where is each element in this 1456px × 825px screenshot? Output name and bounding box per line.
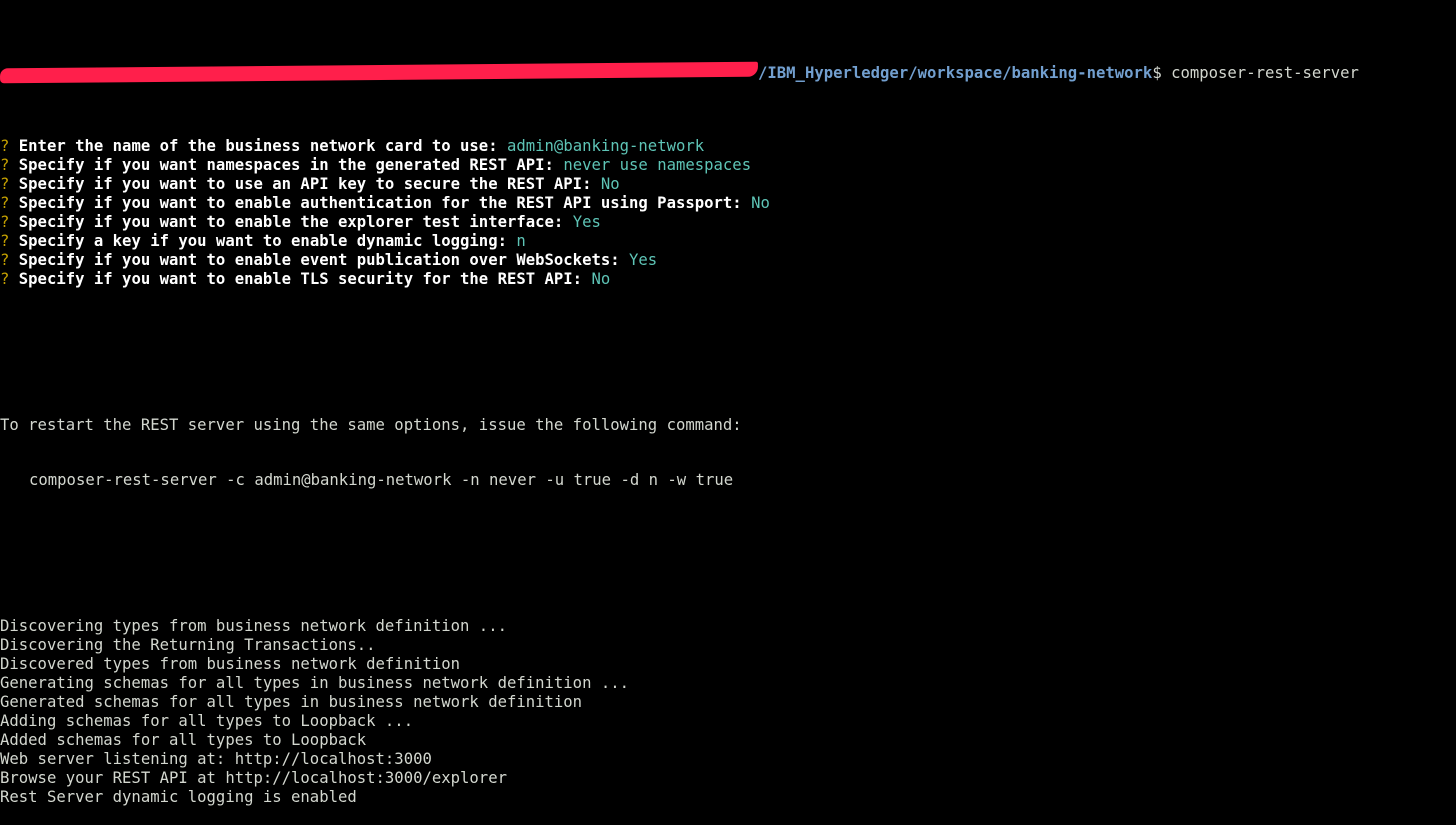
question-answer: No xyxy=(591,270,611,288)
terminal-window[interactable]: /IBM_Hyperledger/workspace/banking-netwo… xyxy=(0,10,1456,825)
question-mark: ? xyxy=(0,175,10,193)
question-answer: Yes xyxy=(572,213,601,231)
question-list: ? Enter the name of the business network… xyxy=(0,137,1456,289)
log-line: Generated schemas for all types in busin… xyxy=(0,693,583,711)
question-text: Specify if you want to use an API key to… xyxy=(18,175,592,193)
question-text: Specify if you want to enable event publ… xyxy=(18,251,620,269)
question-mark: ? xyxy=(0,137,10,155)
prompt-question-line: ? Specify if you want namespaces in the … xyxy=(0,156,1456,175)
log-line: Web server listening at: http://localhos… xyxy=(0,750,432,768)
question-mark: ? xyxy=(0,270,10,288)
restart-command: composer-rest-server -c admin@banking-ne… xyxy=(29,471,734,489)
question-mark: ? xyxy=(0,156,10,174)
working-directory-path: /IBM_Hyperledger/workspace/banking-netwo… xyxy=(758,64,1153,82)
log-line: Discovering types from business network … xyxy=(0,617,507,635)
prompt-symbol: $ xyxy=(1152,64,1162,82)
log-line: Added schemas for all types to Loopback xyxy=(0,731,367,749)
question-mark: ? xyxy=(0,251,10,269)
question-text: Specify if you want to enable TLS securi… xyxy=(18,270,583,288)
log-line: Adding schemas for all types to Loopback… xyxy=(0,712,414,730)
question-mark: ? xyxy=(0,232,10,250)
prompt-line: /IBM_Hyperledger/workspace/banking-netwo… xyxy=(0,61,1456,84)
question-answer: never use namespaces xyxy=(563,156,752,174)
log-output: Discovering types from business network … xyxy=(0,617,1456,807)
question-text: Specify if you want to enable the explor… xyxy=(18,213,564,231)
question-answer: Yes xyxy=(629,251,658,269)
log-line: Discovering the Returning Transactions.. xyxy=(0,636,376,654)
log-line: Generating schemas for all types in busi… xyxy=(0,674,630,692)
redacted-path-mark xyxy=(0,61,759,84)
question-text: Enter the name of the business network c… xyxy=(18,137,498,155)
question-text: Specify if you want to enable authentica… xyxy=(18,194,742,212)
question-answer: admin@banking-network xyxy=(506,137,705,155)
log-line: Rest Server dynamic logging is enabled xyxy=(0,788,357,806)
prompt-question-line: ? Specify a key if you want to enable dy… xyxy=(0,232,1456,251)
question-text: Specify a key if you want to enable dyna… xyxy=(18,232,507,250)
question-text: Specify if you want namespaces in the ge… xyxy=(18,156,554,174)
question-answer: No xyxy=(600,175,620,193)
question-mark: ? xyxy=(0,194,10,212)
question-answer: No xyxy=(751,194,770,212)
log-line: Discovered types from business network d… xyxy=(0,655,461,673)
question-mark: ? xyxy=(0,213,10,231)
question-answer: n xyxy=(516,232,526,250)
cut-off-log-line xyxy=(0,447,1456,451)
entered-command: composer-rest-server xyxy=(1171,64,1359,82)
prompt-question-line: ? Specify if you want to use an API key … xyxy=(0,175,1456,194)
restart-message: To restart the REST server using the sam… xyxy=(0,416,742,434)
prompt-question-line: ? Enter the name of the business network… xyxy=(0,137,1456,156)
prompt-question-line: ? Specify if you want to enable authenti… xyxy=(0,194,1456,213)
prompt-question-line: ? Specify if you want to enable TLS secu… xyxy=(0,270,1456,289)
prompt-question-line: ? Specify if you want to enable event pu… xyxy=(0,251,1456,270)
log-line: Browse your REST API at http://localhost… xyxy=(0,769,507,787)
prompt-question-line: ? Specify if you want to enable the expl… xyxy=(0,213,1456,232)
